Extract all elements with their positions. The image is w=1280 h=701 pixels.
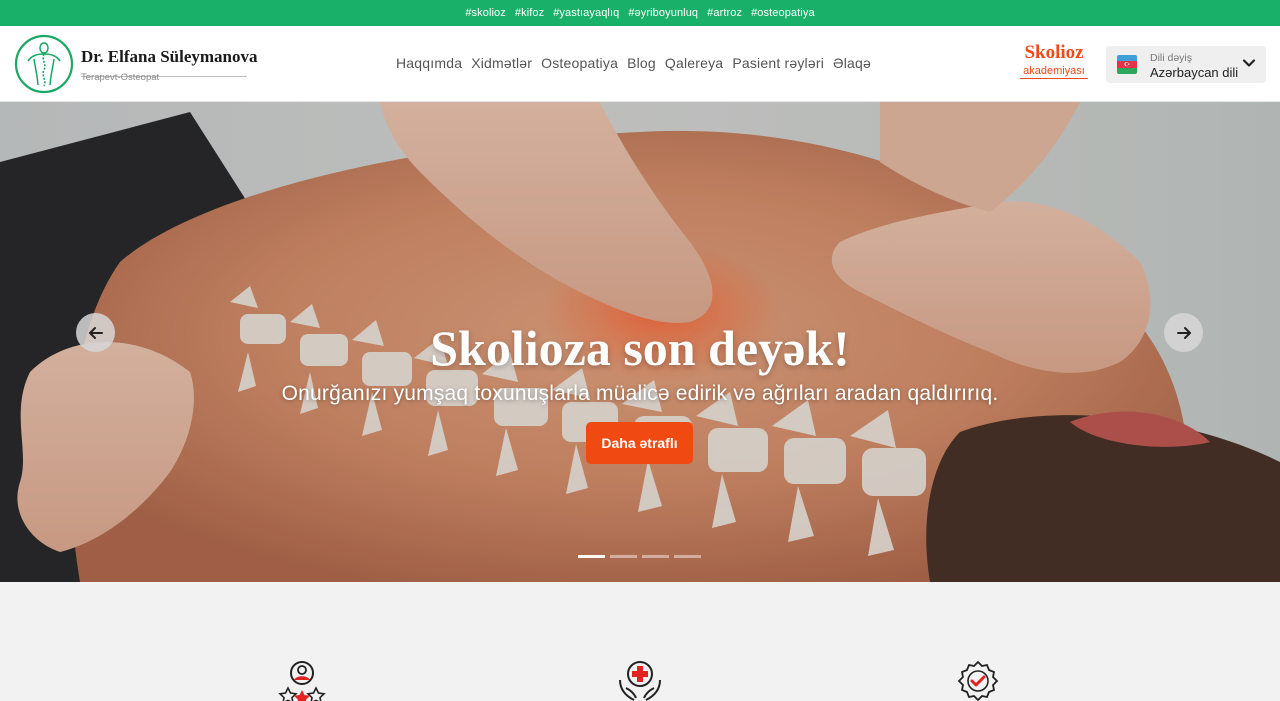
nav-item-reviews[interactable]: Pasient rəyləri xyxy=(732,55,824,71)
site-header: Dr. Elfana Süleymanova Terapevt-Osteopat… xyxy=(0,26,1280,102)
slider-prev-button[interactable] xyxy=(76,313,115,352)
quality-badge-icon xyxy=(957,660,999,701)
chevron-down-icon xyxy=(1242,56,1256,70)
medical-care-hands-icon xyxy=(619,661,661,701)
hashtag-link[interactable]: #artroz xyxy=(707,7,742,19)
hashtag-link[interactable]: #kifoz xyxy=(515,7,544,19)
academy-title: Skolioz xyxy=(1024,42,1084,63)
nav-item-contact[interactable]: Əlaqə xyxy=(833,55,871,71)
nav-item-gallery[interactable]: Qalereya xyxy=(665,55,723,71)
hero-title: Skolioza son deyək! xyxy=(430,320,850,376)
nav-item-about[interactable]: Haqqımda xyxy=(396,55,462,71)
slider-dot[interactable] xyxy=(674,555,701,558)
nav-item-osteopathy[interactable]: Osteopatiya xyxy=(541,55,618,71)
slider-dot[interactable] xyxy=(610,555,637,558)
language-hint: Dili dəyiş xyxy=(1150,52,1193,64)
hero-subtitle: Onurğanızı yumşaq toxunuşlarla müalicə e… xyxy=(281,382,999,405)
academy-link[interactable]: Skolioz akademiyası xyxy=(1020,43,1088,79)
nav-item-services[interactable]: Xidmətlər xyxy=(471,55,532,71)
features-section xyxy=(0,582,1280,701)
language-selector[interactable]: Dili dəyiş Azərbaycan dili xyxy=(1106,46,1266,83)
more-info-button[interactable]: Daha ətraflı xyxy=(586,422,693,464)
hero-slider: Skolioza son deyək! Onurğanızı yumşaq to… xyxy=(0,102,1280,582)
slider-pagination xyxy=(578,555,701,558)
brand-subtitle: Terapevt-Osteopat xyxy=(81,72,160,83)
arrow-right-icon xyxy=(1176,326,1191,339)
hashtag-link[interactable]: #skolioz xyxy=(465,7,506,19)
academy-subtitle: akademiyası xyxy=(1020,65,1088,79)
slider-next-button[interactable] xyxy=(1164,313,1203,352)
specialist-rating-icon xyxy=(278,661,326,701)
language-value: Azərbaycan dili xyxy=(1150,65,1239,80)
logo-icon[interactable] xyxy=(14,34,74,94)
arrow-left-icon xyxy=(88,326,103,339)
hashtag-link[interactable]: #osteopatiya xyxy=(751,7,815,19)
azerbaijan-flag-icon xyxy=(1117,55,1137,74)
brand-name[interactable]: Dr. Elfana Süleymanova xyxy=(81,47,257,67)
slider-dot[interactable] xyxy=(578,555,605,558)
hashtag-link[interactable]: #əyriboyunluq xyxy=(628,7,698,19)
slider-dot[interactable] xyxy=(642,555,669,558)
nav-item-blog[interactable]: Blog xyxy=(627,55,656,71)
hashtag-bar: #skolioz #kifoz #yastıayaqlıq #əyriboyun… xyxy=(0,0,1280,26)
main-nav: Haqqımda Xidmətlər Osteopatiya Blog Qale… xyxy=(396,55,871,71)
hashtag-link[interactable]: #yastıayaqlıq xyxy=(553,7,619,19)
